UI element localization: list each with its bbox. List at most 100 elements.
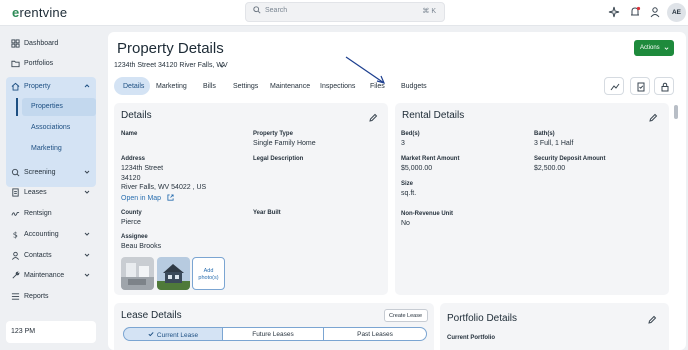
county-value: Pierce bbox=[121, 219, 141, 226]
pencil-icon[interactable] bbox=[647, 315, 657, 325]
user-icon[interactable] bbox=[649, 6, 661, 18]
segment-label: Current Lease bbox=[124, 331, 222, 339]
open-in-map-link[interactable]: Open in Map bbox=[121, 194, 174, 202]
baths-label: Bath(s) bbox=[534, 131, 555, 137]
scrollbar-thumb[interactable] bbox=[674, 105, 678, 119]
pencil-icon[interactable] bbox=[368, 113, 378, 123]
rental-details-panel: Rental Details Bed(s) 3 Bath(s) 3 Full, … bbox=[395, 103, 669, 295]
external-link-icon bbox=[167, 194, 174, 201]
property-address-selector[interactable]: 1234th Street 34120 River Falls, WV bbox=[114, 62, 228, 69]
bell-icon[interactable] bbox=[629, 6, 641, 18]
segment-future-leases[interactable]: Future Leases bbox=[222, 327, 324, 341]
legal-description-label: Legal Description bbox=[253, 156, 304, 162]
sidebar-subitem-properties[interactable]: Properties bbox=[22, 98, 96, 116]
tab-inspections[interactable]: Inspections bbox=[320, 77, 356, 95]
market-rent-label: Market Rent Amount bbox=[401, 156, 460, 162]
sidebar-item-rentsign[interactable]: Rentsign bbox=[6, 205, 96, 223]
beds-value: 3 bbox=[401, 140, 405, 147]
reports-icon bbox=[11, 293, 20, 300]
sidebar-item-property[interactable]: Property bbox=[6, 78, 96, 96]
tab-label: Settings bbox=[233, 83, 259, 90]
tab-bills[interactable]: Bills bbox=[203, 77, 219, 95]
checklist-button[interactable] bbox=[630, 77, 650, 95]
add-photo-button[interactable]: Add photo(s) bbox=[192, 257, 225, 290]
sidebar-item-dashboard[interactable]: Dashboard bbox=[6, 35, 96, 53]
sidebar-subitem-marketing[interactable]: Marketing bbox=[22, 140, 96, 158]
tab-maintenance[interactable]: Maintenance bbox=[270, 77, 312, 95]
sidebar-item-label: Accounting bbox=[24, 231, 59, 238]
folder-icon bbox=[11, 60, 20, 68]
baths-value: 3 Full, 1 Half bbox=[534, 140, 574, 147]
sidebar-item-screening[interactable]: Screening bbox=[6, 164, 96, 182]
property-photo[interactable] bbox=[121, 257, 154, 290]
active-indicator bbox=[16, 98, 18, 116]
add-photo-label: Add photo(s) bbox=[198, 268, 219, 281]
chart-button[interactable] bbox=[604, 77, 624, 95]
sidebar-subitem-label: Associations bbox=[31, 124, 71, 131]
search-placeholder: Search bbox=[265, 7, 288, 14]
tab-label: Inspections bbox=[320, 83, 356, 90]
tab-files[interactable]: Files bbox=[370, 77, 386, 95]
beds-label: Bed(s) bbox=[401, 131, 420, 137]
segment-label: Future Leases bbox=[252, 331, 294, 338]
segment-text: Current Lease bbox=[156, 332, 199, 339]
search-bar[interactable]: Search ⌘ K bbox=[245, 2, 445, 22]
sidebar: Dashboard Portfolios Property Properties… bbox=[0, 27, 102, 350]
sidebar-item-leases[interactable]: Leases bbox=[6, 184, 96, 202]
security-deposit-value: $2,500.00 bbox=[534, 165, 566, 172]
tab-label: Bills bbox=[203, 83, 216, 90]
leases-icon bbox=[12, 188, 19, 197]
actions-button[interactable]: Actions bbox=[634, 40, 674, 56]
contacts-icon bbox=[11, 251, 20, 260]
tab-marketing[interactable]: Marketing bbox=[156, 77, 190, 95]
size-label: Size bbox=[401, 181, 414, 187]
address-line-3: River Falls, WV 54022 , US bbox=[121, 184, 207, 191]
sidebar-item-label: Rentsign bbox=[24, 210, 52, 217]
property-photo[interactable] bbox=[157, 257, 190, 290]
create-lease-label: Create Lease bbox=[389, 313, 423, 319]
portfolio-details-title: Portfolio Details bbox=[447, 313, 518, 324]
trend-chart-icon bbox=[610, 83, 620, 91]
tab-budgets[interactable]: Budgets bbox=[401, 77, 429, 95]
chevron-down-icon bbox=[664, 47, 669, 50]
main-content: Property Details 1234th Street 34120 Riv… bbox=[108, 32, 686, 350]
sidebar-item-portfolios[interactable]: Portfolios bbox=[6, 55, 96, 73]
dashboard-icon bbox=[11, 39, 20, 48]
sidebar-item-label: Portfolios bbox=[24, 60, 54, 67]
assignee-value: Beau Brooks bbox=[121, 243, 162, 250]
sidebar-subitem-associations[interactable]: Associations bbox=[22, 119, 96, 137]
tab-details[interactable]: Details bbox=[114, 77, 150, 95]
tab-label: Maintenance bbox=[270, 83, 311, 90]
details-title: Details bbox=[121, 110, 152, 121]
sidebar-item-accounting[interactable]: $ Accounting bbox=[6, 226, 96, 244]
sparkle-icon[interactable] bbox=[608, 6, 620, 18]
property-type-value: Single Family Home bbox=[253, 140, 316, 147]
non-revenue-label: Non-Revenue Unit bbox=[401, 211, 454, 217]
logo[interactable]: erentvine bbox=[12, 5, 67, 20]
lock-button[interactable] bbox=[654, 77, 674, 95]
segment-past-leases[interactable]: Past Leases bbox=[323, 327, 427, 341]
chevron-down-icon[interactable] bbox=[219, 63, 225, 69]
svg-text:$: $ bbox=[13, 230, 18, 239]
create-lease-button[interactable]: Create Lease bbox=[384, 309, 428, 322]
tab-settings[interactable]: Settings bbox=[233, 77, 259, 95]
sidebar-subitem-label: Marketing bbox=[31, 145, 62, 152]
pencil-icon[interactable] bbox=[648, 113, 658, 123]
segment-current-lease[interactable]: Current Lease bbox=[123, 327, 223, 341]
avatar[interactable]: AE bbox=[667, 3, 686, 22]
sidebar-item-contacts[interactable]: Contacts bbox=[6, 247, 96, 265]
sidebar-item-label: Contacts bbox=[24, 252, 52, 259]
portfolio-details-panel: Portfolio Details Current Portfolio bbox=[440, 303, 669, 350]
wrench-icon bbox=[12, 271, 20, 279]
page-title: Property Details bbox=[117, 40, 224, 57]
lease-details-title: Lease Details bbox=[121, 310, 182, 321]
lease-details-panel: Lease Details Create Lease Current Lease… bbox=[114, 303, 434, 350]
name-label: Name bbox=[121, 131, 138, 137]
sidebar-item-label: Screening bbox=[24, 169, 56, 176]
screening-icon bbox=[11, 168, 20, 177]
sidebar-item-reports[interactable]: Reports bbox=[6, 288, 96, 306]
check-icon bbox=[148, 332, 154, 337]
sidebar-item-maintenance[interactable]: Maintenance bbox=[6, 267, 96, 285]
checklist-icon bbox=[637, 82, 645, 92]
chevron-up-icon bbox=[84, 84, 90, 88]
